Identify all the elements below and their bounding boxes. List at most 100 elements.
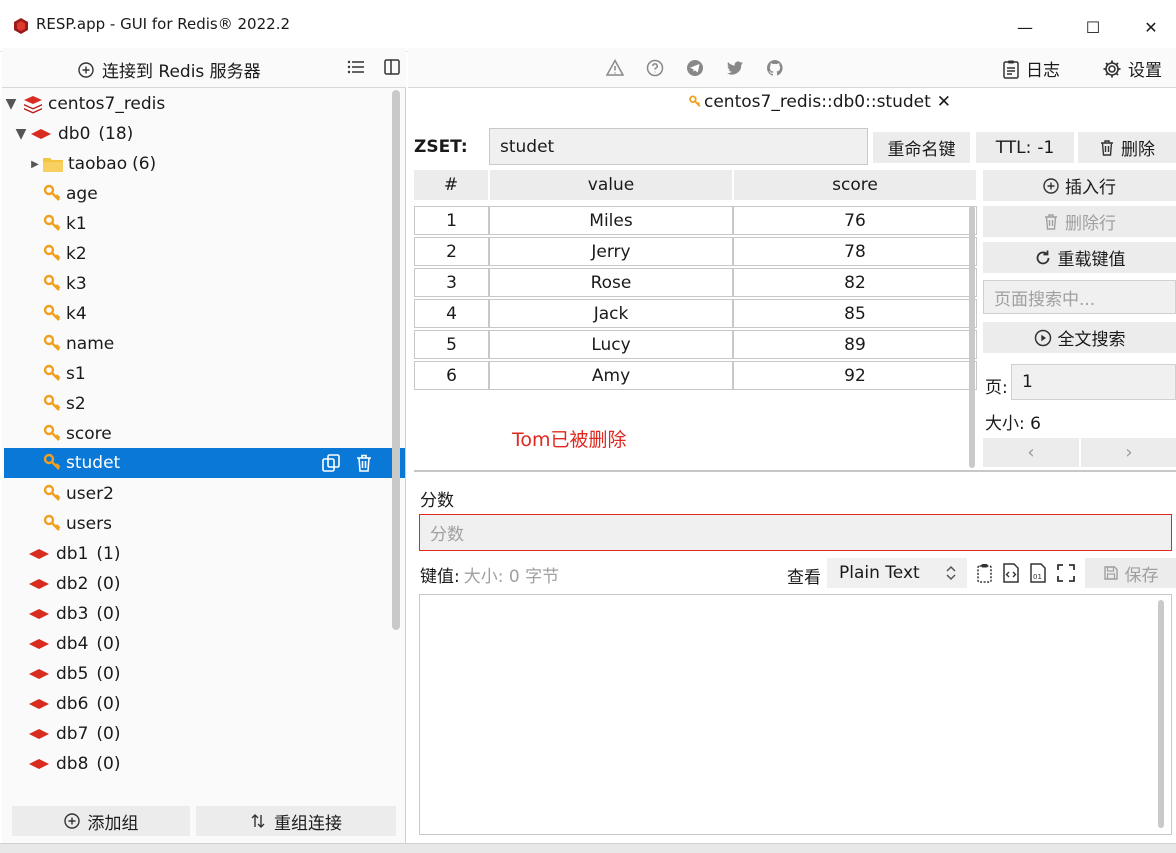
- key-name: age: [66, 184, 98, 204]
- cell-index[interactable]: 3: [414, 268, 489, 297]
- cell-index[interactable]: 1: [414, 206, 489, 235]
- reload-value-button[interactable]: 重载键值: [983, 242, 1176, 273]
- add-group-button[interactable]: 添加组: [12, 806, 190, 836]
- key-item[interactable]: k3: [42, 269, 87, 299]
- twitter-icon[interactable]: [725, 58, 745, 78]
- insert-row-button[interactable]: 插入行: [983, 170, 1176, 201]
- list-view-icon[interactable]: [346, 57, 366, 77]
- delete-key-button[interactable]: 删除: [1078, 132, 1176, 163]
- key-icon: [43, 394, 61, 411]
- copy-icon[interactable]: [320, 452, 342, 474]
- column-header-index[interactable]: #: [414, 170, 488, 200]
- telegram-icon[interactable]: [685, 58, 705, 78]
- key-item[interactable]: k2: [42, 239, 87, 269]
- db-item[interactable]: db1 (1): [28, 539, 121, 569]
- editor-scrollbar[interactable]: [1158, 600, 1164, 828]
- trash-icon: [1101, 139, 1113, 156]
- cell-index[interactable]: 4: [414, 299, 489, 328]
- cell-score[interactable]: 85: [733, 299, 977, 328]
- db-item[interactable]: db8 (0): [28, 749, 121, 779]
- key-item[interactable]: s1: [42, 359, 86, 389]
- cell-value[interactable]: Amy: [489, 361, 733, 390]
- key-tab[interactable]: centos7_redis::db0::studet ✕: [688, 92, 951, 112]
- key-item[interactable]: s2: [42, 389, 86, 419]
- table-scrollbar[interactable]: [969, 206, 975, 468]
- ttl-button[interactable]: TTL: -1: [976, 132, 1074, 163]
- cell-score[interactable]: 89: [733, 330, 977, 359]
- db-count: (0): [96, 634, 121, 654]
- key-item[interactable]: age: [42, 179, 98, 209]
- db-item[interactable]: db2 (0): [28, 569, 121, 599]
- database-icon: [29, 579, 49, 589]
- trash-icon[interactable]: [353, 452, 375, 474]
- page-search-input[interactable]: 页面搜索中...: [983, 280, 1176, 314]
- fullscreen-icon[interactable]: [1055, 562, 1077, 584]
- delete-row-button[interactable]: 删除行: [983, 206, 1176, 237]
- db-item[interactable]: db4 (0): [28, 629, 121, 659]
- db-name: db5: [56, 664, 89, 684]
- code-file-icon[interactable]: [1000, 562, 1022, 584]
- log-button[interactable]: 日志: [1002, 56, 1060, 81]
- tab-close-icon[interactable]: ✕: [937, 92, 951, 112]
- cell-score[interactable]: 92: [733, 361, 977, 390]
- close-window-button[interactable]: ✕: [1128, 10, 1174, 44]
- cell-index[interactable]: 6: [414, 361, 489, 390]
- binary-file-icon[interactable]: 01: [1027, 562, 1049, 584]
- next-page-button[interactable]: ›: [1081, 438, 1176, 467]
- db-item[interactable]: db3 (0): [28, 599, 121, 629]
- key-item[interactable]: name: [42, 329, 114, 359]
- cell-value[interactable]: Rose: [489, 268, 733, 297]
- connect-redis-button[interactable]: 连接到 Redis 服务器: [78, 57, 261, 82]
- rename-key-button[interactable]: 重命名键: [873, 132, 970, 163]
- key-item[interactable]: users: [42, 509, 112, 539]
- minimize-button[interactable]: —: [1002, 10, 1048, 44]
- reconnect-button[interactable]: 重组连接: [196, 806, 396, 836]
- cell-value[interactable]: Miles: [489, 206, 733, 235]
- tree-scrollbar[interactable]: [392, 90, 400, 630]
- key-item[interactable]: k4: [42, 299, 87, 329]
- db-item[interactable]: db5 (0): [28, 659, 121, 689]
- save-label: 保存: [1124, 565, 1159, 586]
- key-item-selected[interactable]: studet: [4, 448, 405, 478]
- cell-score[interactable]: 76: [733, 206, 977, 235]
- clipboard-copy-icon[interactable]: [974, 562, 996, 584]
- db-item[interactable]: db6 (0): [28, 689, 121, 719]
- key-name: k2: [66, 244, 87, 264]
- cell-index[interactable]: 2: [414, 237, 489, 266]
- warning-icon[interactable]: [605, 58, 625, 78]
- github-icon[interactable]: [765, 58, 785, 78]
- cell-value[interactable]: Lucy: [489, 330, 733, 359]
- key-name: studet: [66, 453, 121, 473]
- cell-score[interactable]: 78: [733, 237, 977, 266]
- db-name: db6: [56, 694, 89, 714]
- split-panel-icon[interactable]: [382, 57, 402, 77]
- splitter-handle[interactable]: [414, 470, 1176, 472]
- key-item[interactable]: k1: [42, 209, 87, 239]
- delete-row-label: 删除行: [1065, 214, 1116, 234]
- help-icon[interactable]: [645, 58, 665, 78]
- clipboard-icon: [1003, 60, 1019, 79]
- folder-item-taobao[interactable]: ▶ taobao (6): [28, 149, 156, 179]
- column-header-value[interactable]: value: [490, 170, 732, 200]
- cell-value[interactable]: Jerry: [489, 237, 733, 266]
- cell-index[interactable]: 5: [414, 330, 489, 359]
- key-item[interactable]: user2: [42, 479, 114, 509]
- maximize-button[interactable]: ☐: [1070, 10, 1116, 44]
- settings-button[interactable]: 设置: [1102, 56, 1162, 81]
- column-header-score[interactable]: score: [734, 170, 976, 200]
- cell-value[interactable]: Jack: [489, 299, 733, 328]
- key-name-field[interactable]: studet: [489, 128, 868, 165]
- connection-item[interactable]: ▼ centos7_redis: [4, 89, 166, 119]
- db0-item[interactable]: ▼ db0 (18): [14, 119, 134, 149]
- cell-score[interactable]: 82: [733, 268, 977, 297]
- save-button[interactable]: 保存: [1085, 558, 1176, 588]
- fulltext-search-button[interactable]: 全文搜索: [983, 322, 1176, 353]
- format-select[interactable]: Plain Text: [827, 558, 967, 588]
- connect-redis-label: 连接到 Redis 服务器: [102, 62, 261, 82]
- page-number-input[interactable]: 1: [1011, 364, 1176, 400]
- score-input[interactable]: 分数: [419, 514, 1172, 551]
- db-item[interactable]: db7 (0): [28, 719, 121, 749]
- previous-page-button[interactable]: ‹: [983, 438, 1079, 467]
- value-editor[interactable]: [419, 594, 1172, 835]
- key-item[interactable]: score: [42, 419, 112, 449]
